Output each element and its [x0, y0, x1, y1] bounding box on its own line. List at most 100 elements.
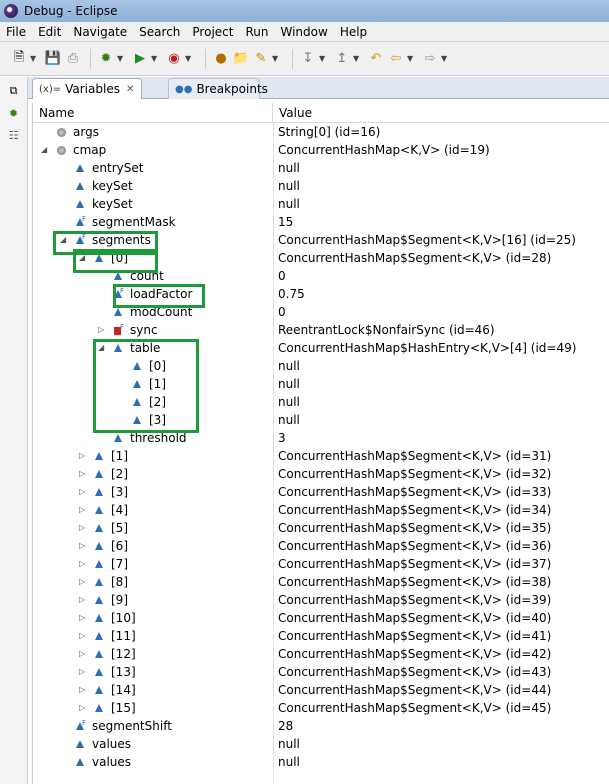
restore-icon[interactable]: ⧉	[6, 83, 22, 99]
toolbar: 🗎 ▼ 💾 ⎙ ✹ ▼ ▶ ▼ ◉ ▼ ● 📁 ✎ ▼ ↧ ▼ ↥ ▼ ↶ ⇦ ▼ ⇨ ▼	[0, 42, 609, 76]
next-annotation-icon[interactable]: ↧	[299, 50, 317, 68]
print-icon[interactable]: ⎙	[64, 50, 82, 68]
external-dropdown-icon[interactable]: ▼	[185, 54, 193, 63]
collapsed-twisty-icon[interactable]: ▷	[79, 488, 87, 496]
collapsed-twisty-icon[interactable]: ▷	[79, 542, 87, 550]
open-folder-icon[interactable]: 📁	[232, 50, 250, 68]
menu-run[interactable]: Run	[245, 25, 268, 39]
table-row[interactable]: values null	[33, 753, 609, 771]
forward-dropdown-icon[interactable]: ▼	[441, 54, 449, 63]
tab-breakpoints[interactable]: ●● Breakpoints	[168, 78, 268, 99]
name-cell: FsegmentMask	[33, 213, 273, 231]
variable-name: cmap	[73, 143, 107, 157]
collapsed-twisty-icon[interactable]: ▷	[79, 596, 87, 604]
collapsed-twisty-icon[interactable]: ▷	[79, 524, 87, 532]
table-row[interactable]: keySet null	[33, 177, 609, 195]
debug-dropdown-icon[interactable]: ▼	[117, 54, 125, 63]
menu-navigate[interactable]: Navigate	[73, 25, 127, 39]
name-cell: values	[33, 735, 273, 753]
new-dropdown-icon[interactable]: ▼	[30, 54, 38, 63]
prev-annotation-icon[interactable]: ↥	[333, 50, 351, 68]
back-dropdown-icon[interactable]: ▼	[407, 54, 415, 63]
table-row[interactable]: args String[0] (id=16)	[33, 123, 609, 141]
column-header-name[interactable]: Name	[33, 103, 273, 123]
table-row[interactable]: FsegmentShift 28	[33, 717, 609, 735]
table-row[interactable]: ▷ [4] ConcurrentHashMap$Segment<K,V> (id=3…	[33, 501, 609, 519]
variable-value: 3	[278, 431, 286, 445]
table-row[interactable]: ▷ [15] ConcurrentHashMap$Segment<K,V> (id=…	[33, 699, 609, 717]
variable-value: ConcurrentHashMap$Segment<K,V> (id=42)	[278, 647, 552, 661]
table-row[interactable]: ▷ [9] ConcurrentHashMap$Segment<K,V> (id=3…	[33, 591, 609, 609]
field-icon	[76, 163, 86, 173]
table-row[interactable]: ▷ Fsync ReentrantLock$NonfairSync (id=46)	[33, 321, 609, 339]
table-row[interactable]: values null	[33, 735, 609, 753]
collapsed-twisty-icon[interactable]: ▷	[79, 470, 87, 478]
collapsed-twisty-icon[interactable]: ▷	[79, 632, 87, 640]
collapsed-twisty-icon[interactable]: ▷	[98, 326, 106, 334]
table-row[interactable]: ▷ [12] ConcurrentHashMap$Segment<K,V> (id=…	[33, 645, 609, 663]
table-row[interactable]: ▷ [5] ConcurrentHashMap$Segment<K,V> (id=3…	[33, 519, 609, 537]
menu-file[interactable]: File	[6, 25, 26, 39]
field-icon	[114, 307, 124, 317]
collapsed-twisty-icon[interactable]: ▷	[79, 650, 87, 658]
table-row[interactable]: ▷ [3] ConcurrentHashMap$Segment<K,V> (id=3…	[33, 483, 609, 501]
run-external-icon[interactable]: ◉	[165, 50, 183, 68]
debug-view-icon[interactable]: ✹	[6, 105, 22, 121]
debug-icon[interactable]: ✹	[97, 50, 115, 68]
column-header-value[interactable]: Value	[273, 103, 609, 123]
save-icon[interactable]: 💾	[44, 50, 62, 68]
table-row[interactable]: ▷ [1] ConcurrentHashMap$Segment<K,V> (id=3…	[33, 447, 609, 465]
variable-value: ConcurrentHashMap$Segment<K,V> (id=31)	[278, 449, 552, 463]
menu-edit[interactable]: Edit	[38, 25, 61, 39]
menu-search[interactable]: Search	[139, 25, 180, 39]
run-dropdown-icon[interactable]: ▼	[151, 54, 159, 63]
variable-value: ConcurrentHashMap$Segment<K,V> (id=38)	[278, 575, 552, 589]
table-row[interactable]: ▷ [8] ConcurrentHashMap$Segment<K,V> (id=3…	[33, 573, 609, 591]
field-icon	[76, 739, 86, 749]
table-row[interactable]: entrySet null	[33, 159, 609, 177]
table-row[interactable]: FsegmentMask 15	[33, 213, 609, 231]
side-strip: ⧉ ✹ ☷	[0, 77, 28, 784]
menu-help[interactable]: Help	[340, 25, 367, 39]
collapsed-twisty-icon[interactable]: ▷	[79, 578, 87, 586]
expanded-twisty-icon[interactable]: ◢	[41, 146, 49, 154]
table-row[interactable]: ▷ [13] ConcurrentHashMap$Segment<K,V> (id=…	[33, 663, 609, 681]
pen-icon[interactable]: ✎	[252, 50, 270, 68]
table-row[interactable]: ▷ [11] ConcurrentHashMap$Segment<K,V> (id=…	[33, 627, 609, 645]
outline-icon[interactable]: ☷	[6, 127, 22, 143]
variable-name: entrySet	[92, 161, 144, 175]
run-icon[interactable]: ▶	[131, 50, 149, 68]
forward-icon[interactable]: ⇨	[421, 50, 439, 68]
collapsed-twisty-icon[interactable]: ▷	[79, 506, 87, 514]
menu-project[interactable]: Project	[192, 25, 233, 39]
prev-dropdown-icon[interactable]: ▼	[353, 54, 361, 63]
table-row[interactable]: ▷ [2] ConcurrentHashMap$Segment<K,V> (id=3…	[33, 465, 609, 483]
table-row[interactable]: ▷ [10] ConcurrentHashMap$Segment<K,V> (id=…	[33, 609, 609, 627]
last-edit-icon[interactable]: ↶	[367, 50, 385, 68]
back-icon[interactable]: ⇦	[387, 50, 405, 68]
variable-name: [7]	[111, 557, 128, 571]
name-cell: ▷ [15]	[33, 699, 273, 717]
open-type-icon[interactable]: ●	[212, 50, 230, 68]
next-dropdown-icon[interactable]: ▼	[319, 54, 327, 63]
table-row[interactable]: ▷ [7] ConcurrentHashMap$Segment<K,V> (id=3…	[33, 555, 609, 573]
name-cell: values	[33, 753, 273, 771]
collapsed-twisty-icon[interactable]: ▷	[79, 452, 87, 460]
variable-value: ConcurrentHashMap$Segment<K,V> (id=40)	[278, 611, 552, 625]
menu-window[interactable]: Window	[280, 25, 327, 39]
collapsed-twisty-icon[interactable]: ▷	[79, 668, 87, 676]
close-icon[interactable]: ✕	[126, 84, 134, 95]
collapsed-twisty-icon[interactable]: ▷	[79, 614, 87, 622]
table-row[interactable]: keySet null	[33, 195, 609, 213]
collapsed-twisty-icon[interactable]: ▷	[79, 704, 87, 712]
collapsed-twisty-icon[interactable]: ▷	[79, 560, 87, 568]
collapsed-twisty-icon[interactable]: ▷	[79, 686, 87, 694]
variable-value: 0.75	[278, 287, 305, 301]
pen-dropdown-icon[interactable]: ▼	[272, 54, 280, 63]
tab-variables[interactable]: (x)= Variables ✕	[32, 78, 142, 99]
name-cell: ▷ [9]	[33, 591, 273, 609]
table-row[interactable]: ▷ [14] ConcurrentHashMap$Segment<K,V> (id=…	[33, 681, 609, 699]
new-icon[interactable]: 🗎	[10, 50, 28, 68]
table-row[interactable]: ▷ [6] ConcurrentHashMap$Segment<K,V> (id=3…	[33, 537, 609, 555]
table-row[interactable]: ◢ cmap ConcurrentHashMap<K,V> (id=19)	[33, 141, 609, 159]
